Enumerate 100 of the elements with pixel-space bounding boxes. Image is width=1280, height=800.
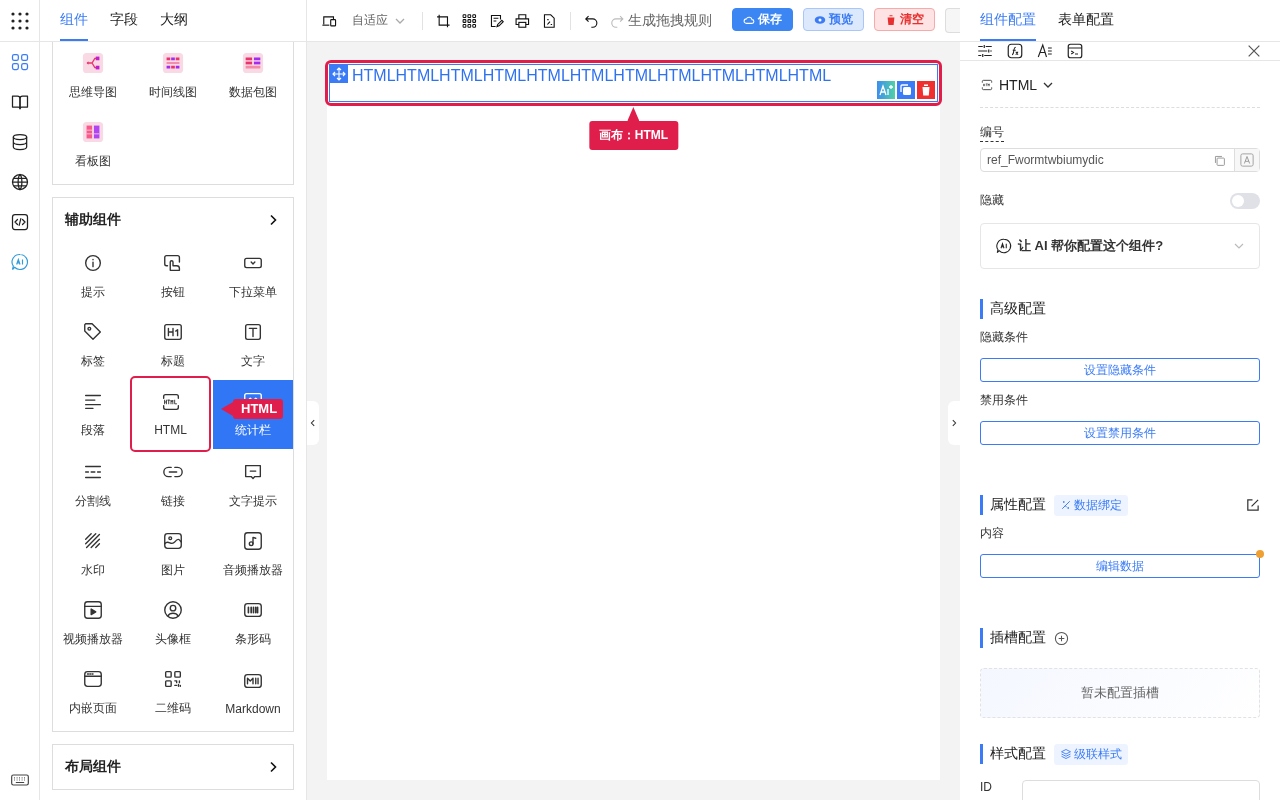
- item-label: 提示: [81, 284, 105, 301]
- function-icon[interactable]: [1006, 42, 1024, 60]
- edit-icon[interactable]: [1245, 497, 1260, 513]
- group-title: 辅助组件: [65, 211, 121, 229]
- canvas-tooltip: 画布：HTML: [588, 107, 679, 150]
- music-icon: [242, 530, 264, 552]
- item-label: 视频播放器: [63, 631, 123, 648]
- globe-icon[interactable]: [9, 172, 30, 192]
- item-label: 链接: [161, 493, 185, 510]
- id-field[interactable]: [1022, 780, 1260, 800]
- apps-menu-icon[interactable]: [9, 10, 30, 31]
- add-icon[interactable]: [1054, 630, 1069, 646]
- item-label: 二维码: [155, 700, 191, 717]
- ai-assist-panel[interactable]: 让 AI 帮你配置这个组件?: [980, 223, 1260, 269]
- component-item[interactable]: 时间线图: [133, 42, 213, 111]
- ai-icon: [995, 237, 1013, 255]
- field-label: 禁用条件: [980, 392, 1028, 409]
- section-title: 样式配置: [990, 745, 1046, 763]
- empty-slot-box: 暂未配置插槽: [980, 668, 1260, 718]
- item-label: 统计栏: [235, 422, 271, 439]
- component-item[interactable]: 文字提示: [213, 451, 293, 520]
- section-title: 插槽配置: [990, 629, 1046, 647]
- component-item[interactable]: 条形码: [213, 589, 293, 658]
- component-item[interactable]: Markdown: [213, 658, 293, 727]
- section-title: 高级配置: [990, 300, 1046, 318]
- tooltip-arrow: [221, 402, 233, 416]
- config-tab[interactable]: 表单配置: [1058, 0, 1114, 41]
- field-label: 内容: [980, 525, 1004, 542]
- avatar-icon: [162, 599, 184, 621]
- copy-icon[interactable]: [1213, 153, 1226, 167]
- copy-icon[interactable]: [897, 81, 915, 99]
- move-handle-icon[interactable]: [330, 65, 348, 83]
- panel-tab[interactable]: 组件: [60, 0, 88, 41]
- section-title: 属性配置: [990, 496, 1046, 514]
- expand-handle[interactable]: [948, 401, 960, 445]
- text-style-icon[interactable]: [1036, 42, 1054, 60]
- eye-icon: [813, 13, 826, 26]
- toolbar-button[interactable]: 清空: [873, 8, 935, 31]
- component-item[interactable]: 链接: [133, 451, 213, 520]
- component-item[interactable]: 数据包图: [213, 42, 293, 111]
- component-item[interactable]: 按钮: [133, 242, 213, 311]
- document-icon[interactable]: [541, 11, 558, 30]
- id-input[interactable]: ref_Fwormtwbiumydic: [980, 148, 1260, 172]
- item-label: Markdown: [225, 701, 281, 716]
- component-item[interactable]: 二维码: [133, 658, 213, 727]
- panel-tab[interactable]: 大纲: [160, 0, 188, 41]
- section-tag[interactable]: 数据绑定: [1054, 494, 1128, 516]
- changed-dot: [1256, 550, 1264, 558]
- component-item[interactable]: 段落: [53, 380, 133, 449]
- component-item[interactable]: 内嵌页面: [53, 658, 133, 727]
- config-button[interactable]: 编辑数据: [980, 554, 1260, 578]
- code-icon[interactable]: [9, 212, 30, 232]
- item-label: 水印: [81, 562, 105, 579]
- item-label: 文字: [241, 353, 265, 370]
- tooltip: HTML: [221, 399, 284, 419]
- field-label: 隐藏条件: [980, 329, 1028, 346]
- grid-icon[interactable]: [461, 11, 478, 30]
- terminal-icon[interactable]: [1066, 42, 1084, 60]
- item-label: 图片: [161, 562, 185, 579]
- config-button[interactable]: 设置禁用条件: [980, 421, 1260, 445]
- component-item[interactable]: 图片: [133, 520, 213, 589]
- ai-edit-icon[interactable]: [877, 81, 895, 99]
- component-item[interactable]: 提示: [53, 242, 133, 311]
- item-label: 看板图: [75, 153, 111, 170]
- component-item[interactable]: 音频播放器: [213, 520, 293, 589]
- screen-mode-dropdown[interactable]: 自适应: [347, 12, 410, 29]
- timeline-icon: [162, 52, 184, 74]
- ai-icon[interactable]: [9, 252, 30, 272]
- item-label: 时间线图: [149, 84, 197, 101]
- ai-prompt: 让 AI 帮你配置这个组件?: [1018, 237, 1164, 255]
- panel-tab[interactable]: 字段: [110, 0, 138, 41]
- toggle-switch[interactable]: [1230, 192, 1260, 209]
- component-item[interactable]: 思维导图: [53, 42, 133, 111]
- component-item[interactable]: 分割线: [53, 451, 133, 520]
- rule-link[interactable]: 生成拖拽规则: [627, 11, 712, 30]
- config-button[interactable]: 设置隐藏条件: [980, 358, 1260, 382]
- collapse-handle[interactable]: [307, 401, 319, 445]
- section-tag[interactable]: 级联样式: [1054, 743, 1128, 765]
- component-item[interactable]: 标签: [53, 311, 133, 380]
- component-item[interactable]: 头像框: [133, 589, 213, 658]
- item-label: 按钮: [161, 284, 185, 301]
- component-item[interactable]: 视频播放器: [53, 589, 133, 658]
- component-type-dropdown[interactable]: HTML: [980, 73, 1055, 97]
- sliders-icon[interactable]: [976, 42, 994, 60]
- kanban-icon: [82, 121, 104, 143]
- text-icon: [242, 321, 264, 343]
- component-item[interactable]: HTML: [131, 377, 210, 451]
- component-item[interactable]: HTML 统计栏: [213, 380, 293, 449]
- delete-icon[interactable]: [917, 81, 935, 99]
- close-icon[interactable]: [1246, 43, 1262, 59]
- component-item[interactable]: 文字: [213, 311, 293, 380]
- config-tab[interactable]: 组件配置: [980, 0, 1036, 41]
- component-item[interactable]: 标题: [133, 311, 213, 380]
- component-item[interactable]: 下拉菜单: [213, 242, 293, 311]
- item-label: 下拉菜单: [229, 284, 277, 301]
- heading-icon: [162, 321, 184, 343]
- component-item[interactable]: 看板图: [53, 111, 133, 180]
- print-icon[interactable]: [514, 11, 532, 30]
- toolbar-button[interactable]: 保存: [731, 8, 793, 31]
- component-item[interactable]: 水印: [53, 520, 133, 589]
